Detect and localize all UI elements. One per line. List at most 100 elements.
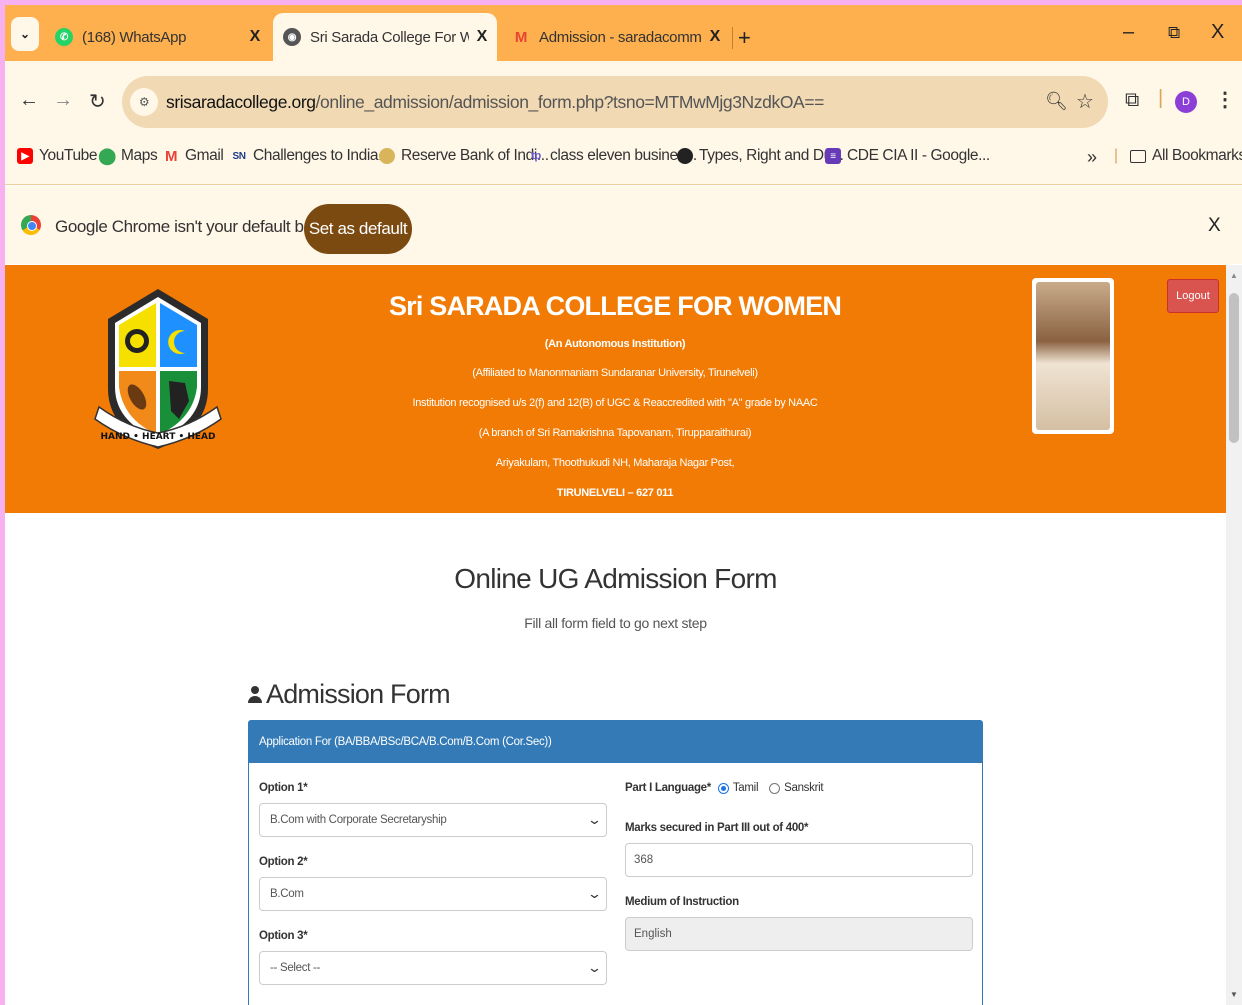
sn-icon: SN bbox=[232, 150, 246, 162]
close-window-button[interactable]: X bbox=[1211, 21, 1224, 44]
form-subtitle: Fill all form field to go next step bbox=[524, 615, 707, 631]
option2-value: B.Com bbox=[270, 888, 304, 900]
default-browser-infobar: Google Chrome isn't your default browser… bbox=[5, 186, 1242, 264]
tab-close-button[interactable]: X bbox=[250, 28, 261, 46]
zoom-icon[interactable]: 🔍︎ bbox=[1045, 91, 1068, 112]
medium-input: English bbox=[625, 917, 973, 951]
infobar-close-button[interactable]: X bbox=[1208, 215, 1221, 237]
folder-icon bbox=[1130, 149, 1146, 163]
back-button[interactable]: ← bbox=[19, 89, 39, 112]
college-crest-logo: HAND • HEART • HEAD bbox=[94, 289, 222, 449]
application-panel: Application For (BA/BBA/BSc/BCA/B.Com/B.… bbox=[248, 720, 983, 1005]
founder-portrait bbox=[1032, 278, 1114, 434]
extensions-icon[interactable]: ⧉ bbox=[1125, 89, 1139, 112]
language-option-tamil: Tamil bbox=[732, 782, 759, 794]
section-title-text: Admission Form bbox=[266, 679, 451, 709]
language-radio-sanskrit[interactable] bbox=[769, 782, 781, 794]
college-title: Sri SARADA COLLEGE FOR WOMEN bbox=[388, 291, 842, 321]
tab-whatsapp[interactable]: ✆ (168) WhatsApp X bbox=[45, 13, 270, 61]
tab-close-button[interactable]: X bbox=[477, 28, 488, 46]
bookmark-rbi[interactable]: Reserve Bank of Indi... bbox=[379, 147, 549, 165]
reload-button[interactable]: ↻ bbox=[89, 89, 106, 114]
header-line-recognition: Institution recognised u/s 2(f) and 12(B… bbox=[412, 397, 818, 409]
tab-close-button[interactable]: X bbox=[710, 28, 721, 46]
bookmark-challenges[interactable]: SN Challenges to India... bbox=[231, 147, 390, 165]
bookmark-maps[interactable]: ⬤ Maps bbox=[98, 147, 157, 165]
set-as-default-button[interactable]: Set as default bbox=[304, 204, 412, 254]
page-scrollbar[interactable]: ▲ ▼ bbox=[1226, 265, 1242, 1005]
new-tab-button[interactable]: + bbox=[738, 25, 751, 51]
maps-icon: ⬤ bbox=[98, 148, 116, 165]
header-line-branch: (A branch of Sri Ramakrishna Tapovanam, … bbox=[478, 427, 752, 439]
svg-text:HAND • HEART • HEAD: HAND • HEART • HEAD bbox=[101, 432, 216, 442]
language-radio-tamil[interactable] bbox=[717, 782, 729, 794]
option2-select[interactable]: B.Com ⌄ bbox=[259, 877, 607, 911]
restore-button[interactable]: ⧉ bbox=[1168, 23, 1180, 43]
rbi-icon bbox=[379, 148, 395, 164]
user-icon bbox=[248, 685, 262, 704]
bookmark-label: All Bookmarks bbox=[1152, 147, 1242, 164]
minimize-button[interactable]: – bbox=[1123, 21, 1134, 44]
header-line-address: Ariyakulam, Thoothukudi NH, Maharaja Nag… bbox=[495, 457, 735, 469]
site-info-icon[interactable]: ⚙ bbox=[130, 88, 158, 116]
logout-button[interactable]: Logout bbox=[1167, 279, 1219, 313]
bookmarks-bar: ▶ YouTube ⬤ Maps M Gmail SN Challenges t… bbox=[5, 133, 1242, 185]
address-bar[interactable]: ⚙ srisaradacollege.org/online_admission/… bbox=[122, 76, 1108, 128]
option1-select[interactable]: B.Com with Corporate Secretaryship ⌄ bbox=[259, 803, 607, 837]
bookmark-label: class eleven busines... bbox=[550, 147, 697, 164]
tab-admission-gmail[interactable]: M Admission - saradacommerceca X bbox=[502, 13, 730, 61]
tab-title: Admission - saradacommerceca bbox=[539, 28, 702, 46]
chevron-down-icon: ⌄ bbox=[587, 960, 603, 975]
medium-label: Medium of Instruction bbox=[625, 896, 739, 908]
toppr-icon: tp bbox=[531, 150, 541, 162]
tab-title: (168) WhatsApp bbox=[82, 28, 187, 46]
bookmark-label: Gmail bbox=[185, 147, 224, 164]
bookmark-label: Challenges to India... bbox=[253, 147, 390, 164]
bookmark-cde-cia[interactable]: ≡ CDE CIA II - Google... bbox=[825, 147, 990, 165]
toolbar-divider: | bbox=[1158, 87, 1164, 109]
bookmark-types-right[interactable]: Types, Right and Du... bbox=[677, 147, 844, 165]
globe-icon: ◉ bbox=[283, 28, 301, 46]
bookmark-class-eleven[interactable]: tp class eleven busines... bbox=[528, 147, 697, 165]
bookmark-gmail[interactable]: M Gmail bbox=[163, 147, 224, 165]
chevron-down-icon: ⌄ bbox=[19, 27, 31, 41]
forward-button[interactable]: → bbox=[53, 89, 73, 112]
tab-search-button[interactable]: ⌄ bbox=[11, 17, 39, 51]
marks-input[interactable]: 368 bbox=[625, 843, 973, 877]
scrollbar-thumb[interactable] bbox=[1229, 293, 1239, 443]
language-option-sanskrit: Sanskrit bbox=[784, 782, 824, 794]
tab-sri-sarada-college[interactable]: ◉ Sri Sarada College For Women - X bbox=[273, 13, 497, 61]
option3-select[interactable]: -- Select -- ⌄ bbox=[259, 951, 607, 985]
scroll-down-icon[interactable]: ▼ bbox=[1230, 990, 1238, 999]
bookmark-star-icon[interactable]: ☆ bbox=[1076, 89, 1094, 114]
globe-icon bbox=[677, 148, 693, 164]
section-title: Admission Form bbox=[248, 679, 451, 710]
language-label: Part I Language* bbox=[625, 782, 711, 795]
bookmark-label: Reserve Bank of Indi... bbox=[401, 147, 549, 164]
page-viewport: HAND • HEART • HEAD Sri SARADA COLLEGE F… bbox=[5, 265, 1242, 1005]
google-forms-icon: ≡ bbox=[825, 148, 841, 164]
option3-label: Option 3* bbox=[259, 930, 308, 942]
header-line-city: TIRUNELVELI – 627 011 bbox=[556, 487, 674, 499]
menu-kebab-icon[interactable]: ⋮ bbox=[1215, 87, 1235, 112]
profile-avatar[interactable]: D bbox=[1175, 91, 1197, 113]
bookmark-youtube[interactable]: ▶ YouTube bbox=[17, 147, 98, 165]
gmail-icon: M bbox=[514, 28, 528, 46]
option3-value: -- Select -- bbox=[270, 962, 321, 974]
option2-label: Option 2* bbox=[259, 856, 308, 868]
option1-label: Option 1* bbox=[259, 782, 308, 794]
tab-title: Sri Sarada College For Women - bbox=[310, 28, 469, 46]
language-group: Part I Language* Tamil Sanskrit bbox=[625, 782, 824, 795]
address-toolbar: ← → ↻ ⚙ srisaradacollege.org/online_admi… bbox=[5, 61, 1242, 133]
bookmarks-overflow-button[interactable]: » bbox=[1087, 147, 1097, 168]
chevron-down-icon: ⌄ bbox=[587, 812, 603, 827]
header-line-affiliation: (Affiliated to Manonmaniam Sundaranar Un… bbox=[472, 367, 758, 379]
all-bookmarks-button[interactable]: All Bookmarks bbox=[1130, 147, 1242, 165]
url-domain: srisaradacollege.org bbox=[166, 91, 316, 112]
scroll-up-icon[interactable]: ▲ bbox=[1230, 271, 1238, 280]
tab-strip: ⌄ ✆ (168) WhatsApp X ◉ Sri Sarada Colleg… bbox=[5, 5, 1242, 61]
chevron-down-icon: ⌄ bbox=[587, 886, 603, 901]
arrow-right-icon: → bbox=[53, 89, 73, 111]
youtube-icon: ▶ bbox=[17, 148, 33, 164]
panel-heading: Application For (BA/BBA/BSc/BCA/B.Com/B.… bbox=[249, 721, 982, 763]
